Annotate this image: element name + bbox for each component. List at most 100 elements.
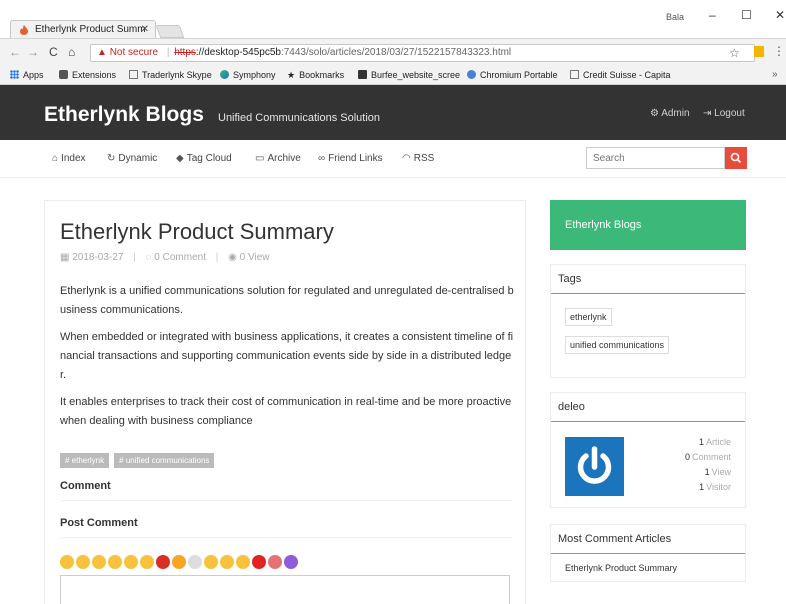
stat-articles[interactable]: 1 Article bbox=[699, 437, 731, 447]
browser-tab-title: Etherlynk Product Summ bbox=[35, 24, 146, 35]
article-date: 2018-03-27 bbox=[72, 252, 124, 263]
emoji-heart-icon[interactable] bbox=[252, 555, 266, 569]
bookmarks-bar: Apps Extensions Traderlynk Skype Symphon… bbox=[0, 66, 786, 85]
article-tag-chip[interactable]: # unified communications bbox=[114, 453, 215, 468]
emoji-sunglasses-icon[interactable] bbox=[220, 555, 234, 569]
puzzle-icon bbox=[59, 70, 68, 79]
article-tag-chip[interactable]: # etherlynk bbox=[60, 453, 110, 468]
stat-views[interactable]: 1 View bbox=[705, 467, 731, 477]
emoji-scream-icon[interactable] bbox=[204, 555, 218, 569]
bookmark-chromium-portable[interactable]: Chromium Portable bbox=[467, 66, 558, 84]
reload-icon[interactable]: C bbox=[49, 45, 58, 59]
article-paragraph: Etherlynk is a unified communications so… bbox=[60, 285, 514, 316]
rss-icon: ◠ bbox=[402, 153, 411, 164]
emoji-devil-icon[interactable] bbox=[284, 555, 298, 569]
close-window-icon[interactable]: ✕ bbox=[775, 8, 785, 22]
meta-separator: | bbox=[133, 252, 136, 263]
emoji-yum-icon[interactable] bbox=[236, 555, 250, 569]
emoji-laugh-icon[interactable] bbox=[76, 555, 90, 569]
article-comment-count[interactable]: 0 Comment bbox=[154, 252, 206, 263]
url-separator: | bbox=[166, 47, 170, 58]
most-comment-article-link[interactable]: Etherlynk Product Summary bbox=[565, 563, 677, 573]
browser-tabstrip: Etherlynk Product Summ ✕ Bala – ☐ ✕ bbox=[0, 0, 786, 39]
emoji-angry-icon[interactable] bbox=[156, 555, 170, 569]
sidebar-tag[interactable]: unified communications bbox=[565, 336, 670, 354]
nav-dynamic[interactable]: ↻ Dynamic bbox=[107, 153, 157, 164]
bookmark-burfee-website[interactable]: Burfee_website_scree bbox=[358, 66, 460, 84]
refresh-icon: ↻ bbox=[107, 153, 116, 164]
sidebar-profile-panel: deleo 1 Article 0 Comment 1 View 1 Visitor bbox=[550, 392, 746, 508]
article-view-count: 0 View bbox=[239, 252, 270, 263]
emoji-picker bbox=[60, 555, 300, 574]
search-input[interactable] bbox=[586, 147, 725, 169]
article-card: Etherlynk Product Summary ▦ 2018-03-27 |… bbox=[44, 200, 526, 604]
bookmark-traderlynk-skype[interactable]: Traderlynk Skype bbox=[129, 66, 212, 84]
bookmark-extensions[interactable]: Extensions bbox=[59, 66, 116, 84]
site-nav: ⌂ Index ↻ Dynamic ◆ Tag Cloud ▭ Archive ∞ Fri… bbox=[0, 140, 786, 178]
article-paragraph: It enables enterprises to track their co… bbox=[60, 396, 512, 427]
emoji-smile-icon[interactable] bbox=[60, 555, 74, 569]
minimize-window-icon[interactable]: – bbox=[709, 8, 716, 22]
article-tags: # etherlynk # unified communications bbox=[60, 450, 219, 468]
image-icon bbox=[358, 70, 367, 79]
comment-textarea[interactable] bbox=[60, 575, 510, 604]
link-icon: ∞ bbox=[318, 153, 326, 164]
site-subtitle: Unified Communications Solution bbox=[218, 112, 381, 124]
nav-friend-links[interactable]: ∞ Friend Links bbox=[318, 153, 383, 164]
site-title[interactable]: Etherlynk Blogs bbox=[44, 103, 204, 127]
nav-archive[interactable]: ▭ Archive bbox=[255, 153, 301, 164]
article-paragraph: When embedded or integrated with busines… bbox=[60, 331, 514, 381]
home-icon[interactable]: ⌂ bbox=[68, 45, 75, 59]
stat-comments[interactable]: 0 Comment bbox=[685, 452, 731, 462]
emoji-eyes-icon[interactable] bbox=[188, 555, 202, 569]
star-icon: ★ bbox=[287, 70, 296, 80]
bookmarks-overflow-icon[interactable]: » bbox=[772, 66, 778, 84]
bookmark-star-icon[interactable]: ☆ bbox=[729, 46, 740, 60]
stat-visitors[interactable]: 1 Visitor bbox=[699, 482, 731, 492]
nav-rss[interactable]: ◠ RSS bbox=[402, 153, 434, 164]
bookmark-bookmarks[interactable]: ★ Bookmarks bbox=[287, 66, 344, 84]
new-tab-button[interactable] bbox=[155, 25, 185, 38]
tag-icon: ◆ bbox=[176, 153, 184, 164]
emoji-cry-icon[interactable] bbox=[124, 555, 138, 569]
comment-bubble-icon: ◌ bbox=[145, 252, 152, 263]
admin-link[interactable]: ⚙ Admin bbox=[650, 108, 690, 119]
bookmark-credit-suisse[interactable]: Credit Suisse - Capita bbox=[570, 66, 671, 84]
article-title[interactable]: Etherlynk Product Summary bbox=[60, 219, 334, 245]
bookmark-symphony[interactable]: Symphony bbox=[220, 66, 276, 84]
flame-favicon-icon bbox=[20, 25, 28, 35]
comment-heading: Comment bbox=[60, 480, 512, 501]
emoji-tired-icon[interactable] bbox=[108, 555, 122, 569]
emoji-sad-icon[interactable] bbox=[140, 555, 154, 569]
gear-icon: ⚙ bbox=[650, 108, 659, 119]
nav-index[interactable]: ⌂ Index bbox=[52, 153, 86, 164]
tab-close-icon[interactable]: ✕ bbox=[141, 21, 149, 39]
forward-arrow-icon[interactable]: → bbox=[27, 45, 39, 59]
sidebar-tag[interactable]: etherlynk bbox=[565, 308, 612, 326]
sidebar-tags-heading: Tags bbox=[551, 265, 745, 294]
browser-menu-icon[interactable]: ⋮ bbox=[773, 44, 785, 58]
emoji-broken-heart-icon[interactable] bbox=[268, 555, 282, 569]
nav-tag-cloud[interactable]: ◆ Tag Cloud bbox=[176, 153, 232, 164]
back-arrow-icon[interactable]: ← bbox=[9, 45, 21, 59]
extension-icon[interactable] bbox=[754, 46, 764, 57]
logout-link[interactable]: ⇥ Logout bbox=[703, 108, 745, 119]
sidebar-brand-banner: Etherlynk Blogs bbox=[550, 200, 746, 250]
url-path: :7443/solo/articles/2018/03/27/152215784… bbox=[280, 47, 512, 58]
avatar[interactable] bbox=[565, 437, 624, 496]
search-button[interactable] bbox=[725, 147, 747, 169]
emoji-steam-icon[interactable] bbox=[172, 555, 186, 569]
browser-tab-active[interactable]: Etherlynk Product Summ ✕ bbox=[10, 20, 156, 39]
emoji-tongue-icon[interactable] bbox=[92, 555, 106, 569]
article-meta: ▦ 2018-03-27 | ◌ 0 Comment | ◉ 0 View bbox=[60, 252, 270, 263]
chromium-icon bbox=[467, 70, 476, 79]
warning-triangle-icon: ▲ bbox=[97, 47, 107, 58]
bookmark-apps[interactable]: Apps bbox=[10, 66, 44, 84]
address-bar[interactable]: ▲ Not secure | https://desktop-545pc5b:7… bbox=[90, 44, 755, 62]
symphony-icon bbox=[220, 70, 229, 79]
power-logo-icon bbox=[577, 446, 612, 484]
maximize-window-icon[interactable]: ☐ bbox=[741, 8, 752, 22]
page-icon bbox=[129, 70, 138, 79]
home-icon: ⌂ bbox=[52, 153, 59, 164]
search-icon bbox=[730, 152, 742, 164]
